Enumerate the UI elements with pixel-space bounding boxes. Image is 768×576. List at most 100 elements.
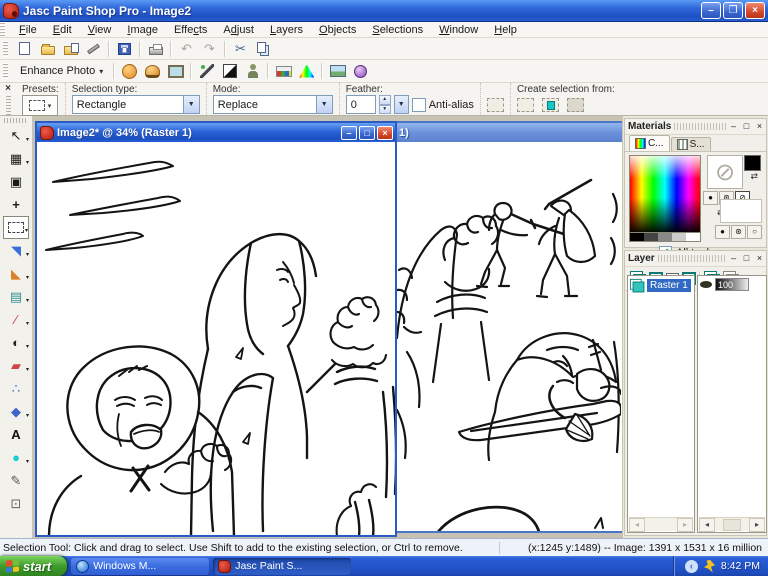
layer-maximize-icon[interactable]: □	[740, 252, 753, 265]
menu-selections[interactable]: Selections	[364, 23, 431, 37]
pen-tool[interactable]: ✎	[3, 469, 29, 492]
flyout-arrow-icon[interactable]: ▾	[26, 297, 29, 304]
flyout-arrow-icon[interactable]: ▾	[26, 251, 29, 258]
menu-window[interactable]: Window	[431, 23, 486, 37]
flyout-arrow-icon[interactable]: ▾	[25, 227, 28, 234]
materials-grip[interactable]	[674, 123, 727, 130]
automatic-color-balance-button[interactable]	[141, 61, 164, 81]
flyout-arrow-icon[interactable]: ▾	[26, 366, 29, 373]
options-grip[interactable]	[6, 96, 11, 115]
object-selector-tool[interactable]: ⊡	[3, 492, 29, 515]
flyout-arrow-icon[interactable]: ▾	[26, 320, 29, 327]
photo-toolbar-grip[interactable]	[3, 63, 8, 79]
clock[interactable]: 8:42 PM	[721, 560, 760, 572]
framed-photo-button[interactable]	[164, 61, 187, 81]
close-button[interactable]: ×	[745, 2, 765, 19]
tab-colors[interactable]: C...	[629, 135, 670, 151]
materials-titlebar[interactable]: Materials – □ ×	[625, 119, 766, 135]
menu-help[interactable]: Help	[486, 23, 525, 37]
toolbar-grip[interactable]	[3, 41, 8, 57]
copy-button[interactable]	[252, 39, 275, 59]
tab-swatches[interactable]: S...	[671, 137, 711, 151]
feather-slider-button[interactable]: ▼	[394, 95, 409, 114]
photo-sharpen-button[interactable]	[326, 61, 349, 81]
image2-minimize-button[interactable]: –	[341, 126, 357, 140]
color-strip-button[interactable]	[272, 61, 295, 81]
selection-from-vector-button[interactable]	[517, 98, 534, 112]
layer-close-icon[interactable]: ×	[753, 252, 766, 265]
new-button[interactable]	[13, 39, 36, 59]
undo-button[interactable]: ↶	[175, 39, 198, 59]
grayscale-strip[interactable]	[629, 233, 701, 242]
foreground-material-swatch[interactable]: ⊘	[707, 155, 743, 189]
background-transparent-button[interactable]: ○	[747, 225, 762, 239]
restore-button[interactable]: ❐	[723, 2, 743, 19]
open-button[interactable]	[36, 39, 59, 59]
browse-button[interactable]	[59, 39, 82, 59]
selection-tool[interactable]: ▾	[3, 216, 29, 239]
automatic-contrast-button[interactable]	[218, 61, 241, 81]
scroll-right-icon[interactable]: ▸	[677, 518, 693, 532]
color-picker[interactable]	[629, 155, 701, 233]
adjust-wand-button[interactable]	[195, 61, 218, 81]
layer-titlebar[interactable]: Layer – □ ×	[625, 251, 766, 267]
materials-close-icon[interactable]: ×	[753, 120, 766, 133]
flood-fill-tool[interactable]: ◆▾	[3, 400, 29, 423]
menu-effects[interactable]: Effects	[166, 23, 215, 37]
flyout-arrow-icon[interactable]: ▾	[26, 274, 29, 281]
eraser-tool[interactable]: ▰▾	[3, 354, 29, 377]
image2-titlebar[interactable]: Image2* @ 34% (Raster 1) – □ ×	[37, 123, 395, 142]
taskbar-task-active[interactable]: Jasc Paint S...	[213, 558, 351, 575]
combo-arrow-icon[interactable]: ▼	[316, 96, 332, 113]
enhance-photo-button[interactable]: Enhance Photo	[13, 62, 110, 80]
materials-minimize-icon[interactable]: –	[727, 120, 740, 133]
layer-row[interactable]: Raster 1	[628, 276, 694, 295]
menu-edit[interactable]: Edit	[45, 23, 80, 37]
combo-arrow-icon[interactable]: ▼	[183, 96, 199, 113]
preset-shapes-tool[interactable]: ●▾	[3, 446, 29, 469]
layer-grip[interactable]	[658, 255, 727, 262]
flyout-arrow-icon[interactable]: ▾	[26, 412, 29, 419]
presets-button[interactable]: ▾	[22, 95, 58, 116]
layer-properties-scrollbar[interactable]: ◂ ▸	[699, 517, 765, 531]
visibility-eye-icon[interactable]	[700, 281, 712, 288]
taskbar-task-inactive[interactable]: Windows M...	[71, 558, 209, 575]
red-eye-removal-button[interactable]	[241, 61, 264, 81]
menu-file[interactable]: File	[11, 23, 45, 37]
feather-spinner[interactable]: ▲▼	[379, 95, 391, 114]
dropper-tool[interactable]: ◥▾	[3, 239, 29, 262]
layer-properties-pane[interactable]: 100 ◂ ▸	[697, 275, 767, 533]
close-options-icon[interactable]: ×	[5, 84, 11, 94]
sphere-effect-button[interactable]	[349, 61, 372, 81]
tools-grip[interactable]	[4, 118, 28, 123]
scroll-thumb[interactable]	[723, 519, 741, 531]
scratch-remover-tool[interactable]: ∕▾	[3, 308, 29, 331]
layer-list-scrollbar[interactable]: ◂ ▸	[629, 517, 693, 531]
foreground-color-button[interactable]: ●	[703, 191, 718, 205]
foreground-color-chip[interactable]	[744, 155, 761, 171]
minimize-button[interactable]: –	[701, 2, 721, 19]
opacity-slider[interactable]: 100	[715, 278, 749, 291]
paintbrush-tool[interactable]: ◣▾	[3, 262, 29, 285]
hue-map-button[interactable]	[295, 61, 318, 81]
layer-list-pane[interactable]: Raster 1 ◂ ▸	[627, 275, 695, 533]
image2-canvas[interactable]	[37, 142, 395, 535]
background-color-button[interactable]: ●	[715, 225, 730, 239]
materials-maximize-icon[interactable]: □	[740, 120, 753, 133]
pan-tool[interactable]: ↖▾	[3, 124, 29, 147]
flyout-arrow-icon[interactable]: ▾	[26, 343, 29, 350]
hide-icons-icon[interactable]: ‹	[685, 560, 698, 573]
crop-tool[interactable]: ▣	[3, 170, 29, 193]
menu-layers[interactable]: Layers	[262, 23, 311, 37]
start-button[interactable]: start	[0, 556, 67, 576]
scroll-left-icon[interactable]: ◂	[629, 518, 645, 532]
dodge-burn-tool[interactable]: ◐▾	[3, 331, 29, 354]
image2-maximize-button[interactable]: □	[359, 126, 375, 140]
swap-colors-icon[interactable]: ⇄	[750, 171, 758, 182]
aim-tray-icon[interactable]	[704, 560, 715, 573]
print-button[interactable]	[144, 39, 167, 59]
menu-view[interactable]: View	[80, 23, 120, 37]
clone-tool[interactable]: ▤▾	[3, 285, 29, 308]
cut-button[interactable]: ✂	[229, 39, 252, 59]
background-material-swatch[interactable]	[720, 199, 762, 223]
